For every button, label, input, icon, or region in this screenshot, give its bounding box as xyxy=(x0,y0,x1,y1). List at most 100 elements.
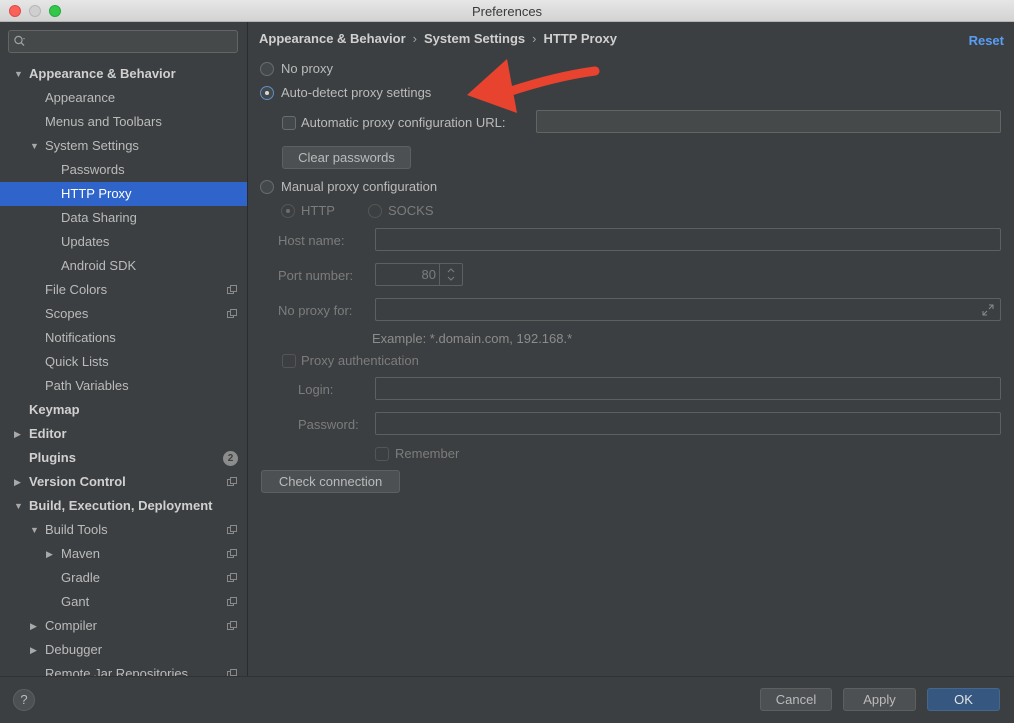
sidebar-item[interactable]: File Colors xyxy=(0,278,247,302)
port-number-label: Port number: xyxy=(278,268,354,283)
sidebar-item[interactable]: Quick Lists xyxy=(0,350,247,374)
sidebar-item[interactable]: ▶ Editor xyxy=(0,422,247,446)
http-label: HTTP xyxy=(301,203,335,218)
manual-proxy-radio[interactable] xyxy=(260,180,274,194)
reset-link[interactable]: Reset xyxy=(969,33,1004,48)
expanded-arrow-icon[interactable]: ▼ xyxy=(30,134,40,158)
updates-count-badge: 2 xyxy=(223,451,238,466)
collapsed-arrow-icon[interactable]: ▶ xyxy=(30,638,40,662)
sidebar-item[interactable]: Scopes xyxy=(0,302,247,326)
sidebar-item-label: Debugger xyxy=(45,642,103,657)
project-level-icon xyxy=(227,525,237,534)
sidebar-item[interactable]: ▼ Appearance & Behavior xyxy=(0,62,247,86)
collapsed-arrow-icon[interactable]: ▶ xyxy=(14,422,24,446)
auto-config-url-checkbox[interactable] xyxy=(282,116,296,130)
sidebar-item-label: HTTP Proxy xyxy=(61,186,132,201)
sidebar-item[interactable]: Gradle xyxy=(0,566,247,590)
sidebar-item-label: Path Variables xyxy=(45,378,129,393)
sidebar-item[interactable]: ▶ Compiler xyxy=(0,614,247,638)
breadcrumb-separator: › xyxy=(532,31,537,46)
sidebar-item[interactable]: Plugins 2 xyxy=(0,446,247,470)
sidebar-item[interactable]: Android SDK xyxy=(0,254,247,278)
breadcrumb-item: System Settings xyxy=(424,31,526,46)
search-icon xyxy=(14,35,25,46)
password-input[interactable] xyxy=(375,412,1001,435)
project-level-icon xyxy=(227,309,237,318)
no-proxy-for-input[interactable] xyxy=(375,298,1001,321)
clear-passwords-button[interactable]: Clear passwords xyxy=(282,146,411,169)
host-name-input[interactable] xyxy=(375,228,1001,251)
sidebar-item[interactable]: Passwords xyxy=(0,158,247,182)
ok-button[interactable]: OK xyxy=(927,688,1000,711)
spinner-arrows-icon[interactable] xyxy=(439,264,462,285)
expanded-arrow-icon[interactable]: ▼ xyxy=(30,518,40,542)
sidebar-item-label: Compiler xyxy=(45,618,98,633)
no-proxy-for-label: No proxy for: xyxy=(278,303,353,318)
breadcrumb-item: Appearance & Behavior xyxy=(259,31,406,46)
sidebar-item[interactable]: ▼ Build Tools xyxy=(0,518,247,542)
check-connection-button[interactable]: Check connection xyxy=(261,470,400,493)
sidebar-item[interactable]: ▶ Version Control xyxy=(0,470,247,494)
collapsed-arrow-icon[interactable]: ▶ xyxy=(46,542,56,566)
sidebar-item-label: Menus and Toolbars xyxy=(45,114,162,129)
sidebar-item[interactable]: ▶ Maven xyxy=(0,542,247,566)
settings-sidebar: ▼ Appearance & Behavior Appearance Menus an… xyxy=(0,22,248,676)
sidebar-item[interactable]: Menus and Toolbars xyxy=(0,110,247,134)
dialog-footer: ? Cancel Apply OK xyxy=(0,676,1014,723)
sidebar-item-label: Appearance & Behavior xyxy=(29,66,176,81)
sidebar-item[interactable]: ▼ Build, Execution, Deployment xyxy=(0,494,247,518)
sidebar-item[interactable]: Notifications xyxy=(0,326,247,350)
http-proxy-panel: Appearance & Behavior › System Settings › HT… xyxy=(248,22,1014,676)
sidebar-item[interactable]: HTTP Proxy xyxy=(0,182,247,206)
sidebar-item[interactable]: Updates xyxy=(0,230,247,254)
remember-label: Remember xyxy=(395,446,460,461)
sidebar-item-label: Passwords xyxy=(61,162,125,177)
cancel-button[interactable]: Cancel xyxy=(760,688,832,711)
collapsed-arrow-icon[interactable]: ▶ xyxy=(30,614,40,638)
sidebar-item-label: Remote Jar Repositories xyxy=(45,666,189,676)
sidebar-item-label: Android SDK xyxy=(61,258,137,273)
port-number-spinner[interactable]: 80 xyxy=(375,263,463,286)
project-level-icon xyxy=(227,669,237,676)
manual-proxy-label[interactable]: Manual proxy configuration xyxy=(281,179,437,194)
auto-detect-proxy-radio[interactable] xyxy=(260,86,274,100)
sidebar-item[interactable]: Gant xyxy=(0,590,247,614)
settings-search-input[interactable] xyxy=(8,30,238,53)
sidebar-item[interactable]: Data Sharing xyxy=(0,206,247,230)
http-radio[interactable] xyxy=(281,204,295,218)
proxy-authentication-checkbox[interactable] xyxy=(282,354,296,368)
apply-button[interactable]: Apply xyxy=(843,688,916,711)
project-level-icon xyxy=(227,597,237,606)
expanded-arrow-icon[interactable]: ▼ xyxy=(14,494,24,518)
sidebar-item[interactable]: Remote Jar Repositories xyxy=(0,662,247,676)
no-proxy-radio[interactable] xyxy=(260,62,274,76)
breadcrumb: Appearance & Behavior › System Settings › HT… xyxy=(259,31,617,46)
host-name-label: Host name: xyxy=(278,233,345,248)
sidebar-item[interactable]: Appearance xyxy=(0,86,247,110)
breadcrumb-item: HTTP Proxy xyxy=(543,31,617,46)
auto-config-url-input[interactable] xyxy=(536,110,1001,133)
socks-radio[interactable] xyxy=(368,204,382,218)
project-level-icon xyxy=(227,573,237,582)
no-proxy-example-text: Example: *.domain.com, 192.168.* xyxy=(372,331,573,346)
sidebar-item[interactable]: ▼ System Settings xyxy=(0,134,247,158)
expand-icon[interactable] xyxy=(982,304,994,316)
no-proxy-label[interactable]: No proxy xyxy=(281,61,333,76)
expanded-arrow-icon[interactable]: ▼ xyxy=(14,62,24,86)
sidebar-item[interactable]: Path Variables xyxy=(0,374,247,398)
password-label: Password: xyxy=(298,417,359,432)
auto-detect-proxy-label[interactable]: Auto-detect proxy settings xyxy=(281,85,431,100)
remember-checkbox[interactable] xyxy=(375,447,389,461)
sidebar-item-label: Appearance xyxy=(45,90,116,105)
sidebar-item[interactable]: ▶ Debugger xyxy=(0,638,247,662)
sidebar-item-label: Plugins xyxy=(29,450,76,465)
auto-config-url-label: Automatic proxy configuration URL: xyxy=(301,115,506,130)
login-input[interactable] xyxy=(375,377,1001,400)
sidebar-item[interactable]: Keymap xyxy=(0,398,247,422)
sidebar-item-label: Maven xyxy=(61,546,101,561)
help-button[interactable]: ? xyxy=(13,689,35,711)
sidebar-item-label: Keymap xyxy=(29,402,80,417)
sidebar-item-label: Updates xyxy=(61,234,110,249)
sidebar-item-label: Build, Execution, Deployment xyxy=(29,498,213,513)
collapsed-arrow-icon[interactable]: ▶ xyxy=(14,470,24,494)
